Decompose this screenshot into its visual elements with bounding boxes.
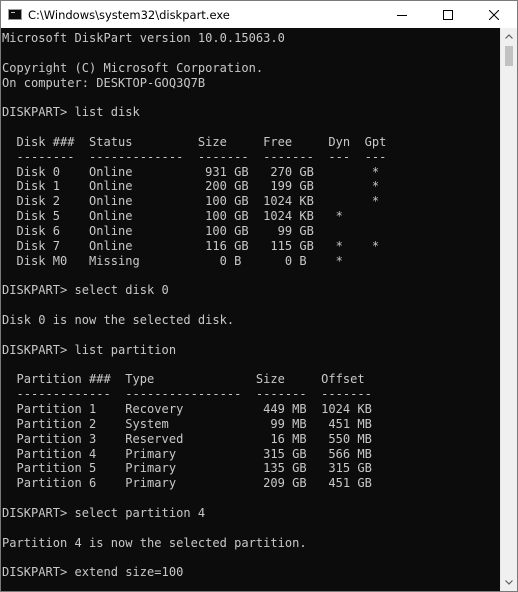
scrollbar-thumb[interactable] [505, 46, 513, 66]
diskpart-window: C:\Windows\system32\diskpart.exe Microso… [0, 0, 518, 592]
console-line: Disk 0 Online 931 GB 270 GB * [2, 164, 380, 179]
console-line: On computer: DESKTOP-GOQ3Q7B [2, 75, 206, 90]
console-line: ------------- ---------------- ------- -… [2, 387, 372, 402]
console-line: Copyright (C) Microsoft Corporation. [2, 60, 264, 75]
console-line: DISKPART> select partition 4 [2, 506, 206, 520]
console-line: Disk 0 is now the selected disk. [2, 313, 235, 328]
title-bar[interactable]: C:\Windows\system32\diskpart.exe [1, 1, 517, 28]
chevron-up-icon [505, 34, 513, 39]
window-title: C:\Windows\system32\diskpart.exe [28, 7, 230, 22]
console-line: Partition 4 Primary 315 GB 566 MB [2, 446, 372, 461]
scroll-down-button[interactable] [501, 574, 517, 591]
console-line: Partition 4 is now the selected partitio… [2, 535, 307, 550]
maximize-button[interactable] [425, 1, 471, 28]
console-line: Disk ### Status Size Free Dyn Gpt [2, 134, 387, 149]
console-output: Microsoft DiskPart version 10.0.15063.0 … [1, 28, 500, 580]
console-line: Disk M0 Missing 0 B 0 B * [2, 253, 343, 268]
console-line: DISKPART> select disk 0 [2, 283, 169, 298]
console-line: Partition 5 Primary 135 GB 315 GB [2, 461, 372, 476]
console-line: Disk 2 Online 100 GB 1024 KB * [2, 194, 380, 209]
scroll-up-button[interactable] [501, 28, 517, 45]
console-output-area[interactable]: Microsoft DiskPart version 10.0.15063.0 … [1, 28, 500, 591]
console-line: Partition 2 System 99 MB 451 MB [2, 416, 372, 431]
close-button[interactable] [471, 1, 517, 28]
console-line: Partition ### Type Size Offset [2, 372, 365, 387]
console-line: DISKPART> list partition [2, 342, 177, 357]
console-line: Disk 6 Online 100 GB 99 GB [2, 223, 314, 238]
close-icon [489, 9, 499, 20]
chevron-down-icon [505, 580, 513, 585]
console-line: DISKPART> list disk [2, 105, 140, 120]
console-line: Partition 3 Reserved 16 MB 550 MB [2, 431, 372, 446]
console-line: Microsoft DiskPart version 10.0.15063.0 [2, 31, 285, 45]
console-line: DISKPART> extend size=100 [2, 565, 184, 580]
console-line: Partition 1 Recovery 449 MB 1024 KB [2, 402, 372, 417]
window-controls [379, 1, 517, 28]
console-line: Disk 7 Online 116 GB 115 GB * * [2, 238, 380, 253]
minimize-icon [397, 14, 407, 16]
console-line: -------- ------------- ------- ------- -… [2, 149, 387, 164]
console-app-icon [8, 9, 22, 20]
console-line: Partition 6 Primary 209 GB 451 GB [2, 476, 372, 491]
maximize-icon [443, 9, 453, 20]
console-line: Disk 5 Online 100 GB 1024 KB * [2, 209, 343, 224]
vertical-scrollbar[interactable] [500, 28, 517, 591]
console-line: Disk 1 Online 200 GB 199 GB * [2, 179, 380, 194]
minimize-button[interactable] [379, 1, 425, 28]
